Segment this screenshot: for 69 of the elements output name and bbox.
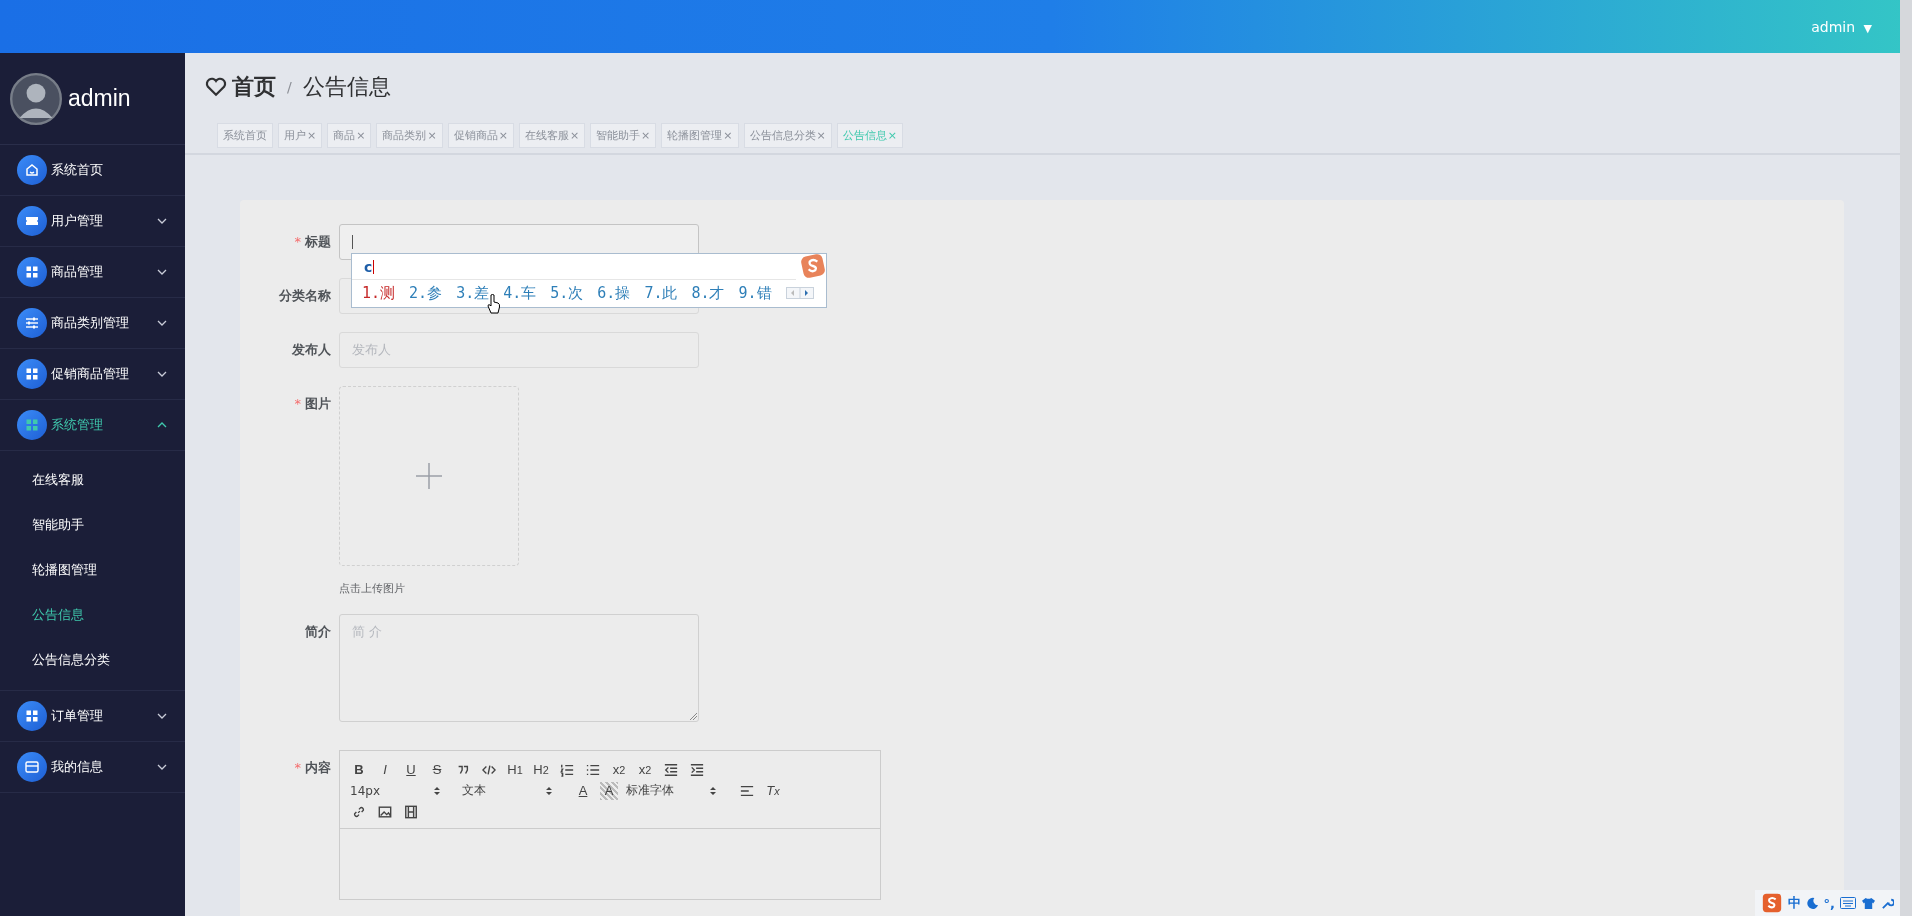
avatar [10, 72, 62, 125]
grid-icon [17, 701, 47, 731]
updown-icon [546, 785, 552, 796]
toolbar-button[interactable]: B [350, 760, 368, 779]
menu-item[interactable]: 促销商品管理 [0, 349, 185, 400]
required-mark: * [294, 234, 301, 249]
wrench-icon[interactable] [1881, 896, 1894, 910]
ime-candidate[interactable]: 5.次 [550, 284, 584, 303]
ime-candidate[interactable]: 2.参 [409, 284, 443, 303]
keyboard-icon[interactable] [1840, 897, 1856, 909]
resize-handle-icon[interactable] [689, 712, 697, 720]
scrollbar[interactable] [1900, 0, 1912, 916]
upload-hint: 点击上传图片 [339, 581, 406, 596]
breadcrumb-link[interactable]: 首页 [232, 72, 276, 102]
menu-item[interactable]: 用户管理 [0, 196, 185, 247]
ticket-icon [17, 206, 47, 236]
updown-icon [710, 785, 716, 796]
field-label: 内容 [305, 760, 331, 775]
ime-candidate[interactable]: 4.车 [503, 284, 537, 303]
grid-icon [17, 410, 47, 440]
card-icon [17, 752, 47, 782]
menu-item[interactable]: 商品类别管理 [0, 298, 185, 349]
toolbar-button[interactable]: I [376, 760, 394, 779]
moon-icon[interactable] [1805, 896, 1819, 910]
submenu-item[interactable]: 智能助手 [0, 502, 185, 547]
home-icon [17, 155, 47, 185]
toolbar-button[interactable]: A [574, 781, 592, 800]
ime-candidate[interactable]: 6.操 [597, 284, 631, 303]
user-name: admin [68, 85, 131, 112]
field-label: 分类名称 [279, 288, 331, 303]
heart-icon [205, 77, 227, 97]
toolbar-button[interactable]: U [402, 760, 420, 779]
ime-candidate[interactable]: 9.错 [738, 284, 772, 303]
sliders-icon [17, 308, 47, 338]
ime-candidate[interactable]: 1.测 [362, 284, 396, 303]
menu-item[interactable]: 系统管理 [0, 400, 185, 451]
toolbar-button[interactable]: S [428, 760, 446, 779]
shirt-icon[interactable] [1861, 896, 1876, 910]
field-label: 简介 [305, 624, 331, 639]
ime-punctuation[interactable]: °, [1823, 895, 1835, 911]
s-logo-icon[interactable] [1760, 892, 1783, 914]
grid-icon [17, 257, 47, 287]
submenu-item[interactable]: 在线客服 [0, 457, 185, 502]
required-mark: * [294, 396, 301, 411]
plus-icon [415, 462, 443, 490]
menu-item[interactable]: 系统首页 [0, 145, 185, 196]
submenu-item[interactable]: 公告信息 [0, 592, 185, 637]
menu-item[interactable]: 商品管理 [0, 247, 185, 298]
ime-mode[interactable]: 中 [1787, 894, 1801, 912]
required-mark: * [294, 760, 301, 775]
ime-candidate[interactable]: 8.才 [691, 284, 725, 303]
toolbar-select[interactable]: 标准字体 [626, 782, 730, 799]
toolbar-select[interactable]: 文本 [462, 782, 566, 799]
submenu-item[interactable]: 轮播图管理 [0, 547, 185, 592]
menu-item[interactable]: 我的信息 [0, 742, 185, 793]
breadcrumb-current: 公告信息 [302, 73, 391, 101]
ime-input-text: c [364, 258, 373, 275]
field-label: 发布人 [292, 342, 331, 357]
submenu-item[interactable]: 公告信息分类 [0, 637, 185, 682]
field-label: 图片 [305, 396, 331, 411]
toolbar-button[interactable]: A [600, 781, 618, 800]
updown-icon [434, 785, 440, 796]
grid-icon [17, 359, 47, 389]
toolbar-select[interactable]: 14px [350, 783, 454, 798]
breadcrumb-separator: / [287, 79, 292, 95]
ime-candidate[interactable]: 3.差 [456, 284, 490, 303]
ime-candidate[interactable]: 7.此 [644, 284, 678, 303]
menu-item[interactable]: 订单管理 [0, 691, 185, 742]
field-label: 标题 [305, 234, 331, 249]
